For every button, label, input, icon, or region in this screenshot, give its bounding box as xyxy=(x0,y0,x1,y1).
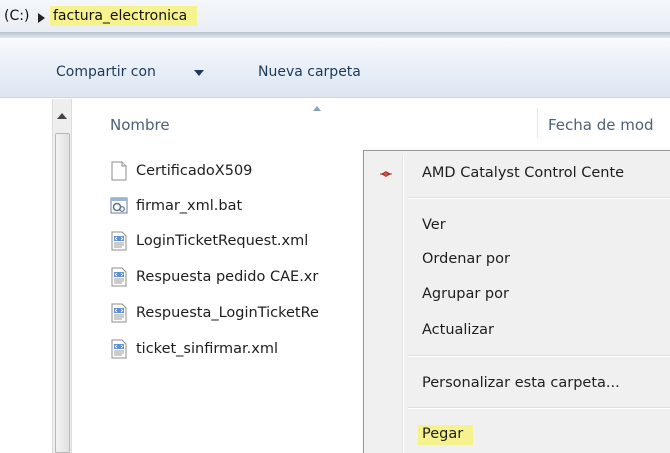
menu-item-actualizar[interactable]: Actualizar xyxy=(364,316,670,346)
breadcrumb-arrow-icon[interactable] xyxy=(38,13,45,23)
file-name: CertificadoX509 xyxy=(136,163,253,179)
menu-item-pegar[interactable]: Pegar xyxy=(364,419,670,449)
file-name: firmar_xml.bat xyxy=(136,198,243,214)
column-divider[interactable] xyxy=(537,108,538,138)
menu-item-label: Personalizar esta carpeta... xyxy=(422,375,620,391)
new-folder-button[interactable]: Nueva carpeta xyxy=(258,64,361,80)
vertical-scrollbar[interactable] xyxy=(52,99,72,453)
file-item[interactable]: CertificadoX509 xyxy=(110,159,252,183)
scrollbar-thumb[interactable] xyxy=(55,133,70,453)
menu-item-amd-catalyst[interactable]: AMD Catalyst Control Cente xyxy=(364,159,670,189)
menu-item-label: AMD Catalyst Control Cente xyxy=(422,165,625,181)
xml-file-icon xyxy=(111,267,127,287)
menu-item-label: Actualizar xyxy=(422,322,494,338)
scroll-up-arrow-icon[interactable] xyxy=(57,113,67,119)
menu-separator xyxy=(408,407,670,409)
file-item[interactable]: LoginTicketRequest.xml xyxy=(110,229,308,253)
xml-file-icon xyxy=(111,339,127,359)
menu-item-label: Ordenar por xyxy=(422,251,510,267)
address-bar[interactable]: (C:) factura_electronica xyxy=(0,0,670,38)
file-item[interactable]: firmar_xml.bat xyxy=(110,194,242,218)
menu-item-ordenar-por[interactable]: Ordenar por xyxy=(364,245,670,275)
column-header-date[interactable]: Fecha de mod xyxy=(548,116,654,134)
menu-item-label: Ver xyxy=(422,217,446,233)
file-item[interactable]: Respuesta pedido CAE.xr xyxy=(110,265,318,289)
file-name: ticket_sinfirmar.xml xyxy=(136,341,279,357)
menu-item-label: Pegar xyxy=(418,425,474,445)
address-drive[interactable]: (C:) xyxy=(4,8,29,24)
file-item[interactable]: ticket_sinfirmar.xml xyxy=(110,337,278,361)
menu-separator xyxy=(408,355,670,357)
menu-item-label: Agrupar por xyxy=(422,286,509,302)
file-name: LoginTicketRequest.xml xyxy=(136,233,309,249)
command-bar: Compartir con Nueva carpeta xyxy=(0,38,670,98)
file-name: Respuesta_LoginTicketRe xyxy=(136,305,319,321)
share-with-button[interactable]: Compartir con xyxy=(56,64,156,80)
amd-icon xyxy=(380,171,392,177)
chevron-down-icon[interactable] xyxy=(194,70,204,76)
address-segment-factura[interactable]: factura_electronica xyxy=(50,6,198,26)
menu-item-personalizar[interactable]: Personalizar esta carpeta... xyxy=(364,369,670,399)
blank-file-icon xyxy=(111,161,127,181)
menu-item-ver[interactable]: Ver xyxy=(364,211,670,241)
context-menu: AMD Catalyst Control Cente Ver Ordenar p… xyxy=(363,150,670,453)
menu-item-agrupar-por[interactable]: Agrupar por xyxy=(364,280,670,310)
xml-file-icon xyxy=(111,231,127,251)
column-header-name[interactable]: Nombre xyxy=(110,116,170,134)
xml-file-icon xyxy=(111,303,127,323)
file-item[interactable]: Respuesta_LoginTicketRe xyxy=(110,301,319,325)
batch-file-icon xyxy=(110,197,128,214)
file-name: Respuesta pedido CAE.xr xyxy=(136,269,319,285)
sort-ascending-icon xyxy=(313,106,321,111)
menu-separator xyxy=(408,197,670,199)
